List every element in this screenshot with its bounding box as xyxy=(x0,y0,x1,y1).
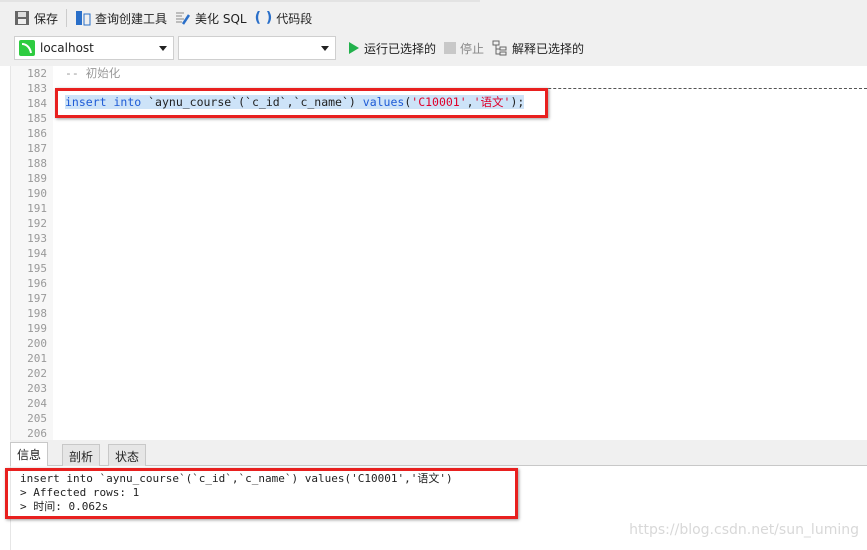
connection-select[interactable]: localhost xyxy=(14,36,174,60)
query-builder-button[interactable]: 查询创建工具 xyxy=(75,10,167,27)
query-builder-label: 查询创建工具 xyxy=(95,11,168,26)
run-selected-button[interactable]: 运行已选择的 xyxy=(348,40,436,57)
line-number: 201 xyxy=(27,352,47,365)
line-number: 196 xyxy=(27,277,47,290)
play-icon xyxy=(349,42,359,54)
explain-selected-button[interactable]: 解释已选择的 xyxy=(492,40,584,57)
tab-status[interactable]: 状态 xyxy=(108,444,147,466)
line-number: 184 xyxy=(27,97,47,110)
line-number: 194 xyxy=(27,247,47,260)
snippet-icon: ( ) xyxy=(254,10,273,26)
line-number: 198 xyxy=(27,307,47,320)
line-number: 204 xyxy=(27,397,47,410)
explain-icon xyxy=(492,40,507,56)
line-number: 199 xyxy=(27,322,47,335)
watermark: https://blog.csdn.net/sun_luming xyxy=(629,522,859,538)
mysql-connection-icon xyxy=(19,40,35,56)
line-number: 195 xyxy=(27,262,47,275)
result-tabs: 信息 剖析 状态 xyxy=(10,440,867,467)
sql-editor[interactable]: 182 183 184 185 186 187 188 189 190 191 192 193 194 1… xyxy=(10,66,867,440)
explain-selected-label: 解释已选择的 xyxy=(512,41,585,56)
beautify-icon xyxy=(176,12,191,25)
connection-value: localhost xyxy=(40,41,94,55)
line-number: 183 xyxy=(27,82,47,95)
toolbar-divider xyxy=(66,9,68,27)
snippet-label: 代码段 xyxy=(276,11,313,26)
query-builder-icon xyxy=(76,11,91,26)
highlight-box xyxy=(5,468,518,519)
save-icon xyxy=(15,11,29,25)
line-number: 190 xyxy=(27,187,47,200)
line-number: 203 xyxy=(27,382,47,395)
highlight-box xyxy=(55,88,548,118)
main-toolbar: 保存 查询创建工具 美化 SQL ( ) 代码段 xyxy=(14,8,320,28)
line-number: 197 xyxy=(27,292,47,305)
line-number: 202 xyxy=(27,367,47,380)
comment-line: -- 初始化 xyxy=(65,66,121,80)
line-number: 193 xyxy=(27,232,47,245)
line-number: 187 xyxy=(27,142,47,155)
line-number: 188 xyxy=(27,157,47,170)
stop-icon xyxy=(444,42,457,54)
tab-profile[interactable]: 剖析 xyxy=(62,444,101,466)
beautify-label: 美化 SQL xyxy=(195,11,247,26)
line-gutter: 182 183 184 185 186 187 188 189 190 191 192 193 194 1… xyxy=(11,66,53,440)
save-label: 保存 xyxy=(34,11,59,26)
chevron-down-icon xyxy=(159,46,167,51)
tab-info[interactable]: 信息 xyxy=(10,442,49,467)
run-toolbar: localhost 运行已选择的 停止 解释已选择的 xyxy=(14,36,592,60)
snippet-button[interactable]: ( ) 代码段 xyxy=(255,10,313,27)
line-number: 189 xyxy=(27,172,47,185)
run-selected-label: 运行已选择的 xyxy=(364,41,437,56)
line-number: 205 xyxy=(27,412,47,425)
toolbar-area: 保存 查询创建工具 美化 SQL ( ) 代码段 localhost 运行已选择… xyxy=(0,0,867,66)
stop-button[interactable]: 停止 xyxy=(444,40,484,57)
line-number: 186 xyxy=(27,127,47,140)
beautify-sql-button[interactable]: 美化 SQL xyxy=(175,10,247,27)
save-button[interactable]: 保存 xyxy=(14,10,58,27)
chevron-down-icon xyxy=(321,46,329,51)
database-select[interactable] xyxy=(178,36,336,60)
line-number: 192 xyxy=(27,217,47,230)
line-number: 200 xyxy=(27,337,47,350)
line-number: 191 xyxy=(27,202,47,215)
line-number: 182 xyxy=(27,67,47,80)
stop-label: 停止 xyxy=(460,41,485,56)
line-number: 185 xyxy=(27,112,47,125)
line-number: 206 xyxy=(27,427,47,440)
tab-strip-edge xyxy=(0,0,480,2)
